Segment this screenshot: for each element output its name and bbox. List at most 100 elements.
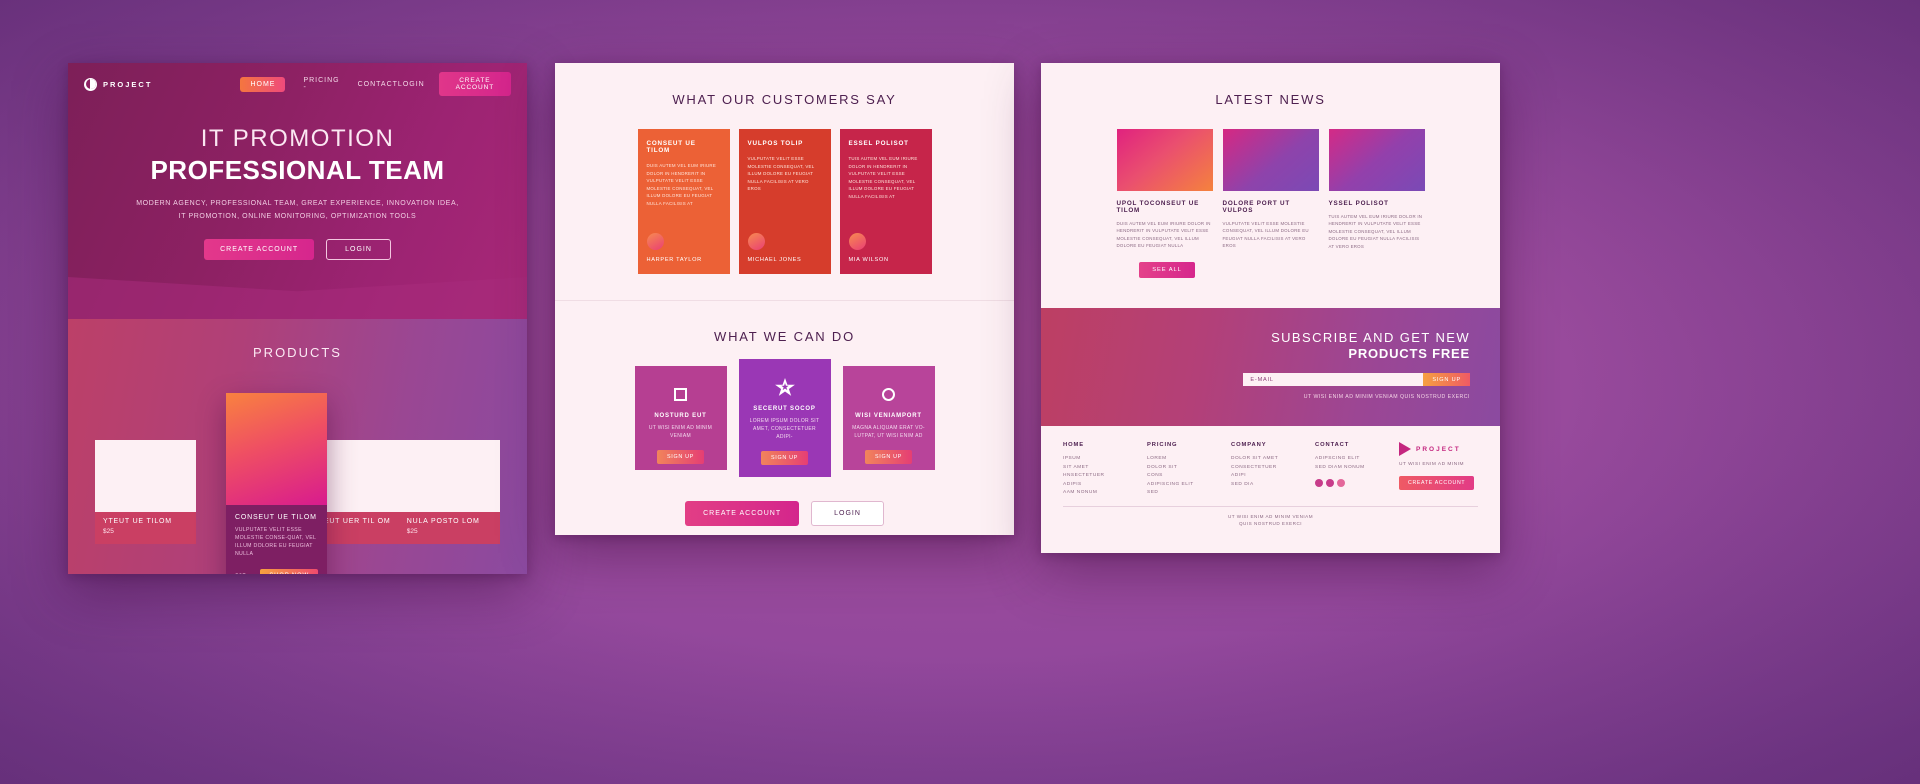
service-text: LOREM IPSUM DOLOR SIT AMET, CONSECTETUER… (749, 418, 820, 440)
google-plus-icon[interactable] (1337, 479, 1345, 487)
footer-link[interactable]: IPSUM (1063, 455, 1119, 464)
footer-column-pricing: PRICING LOREM DOLOR SIT CONS ADIPISCING … (1147, 442, 1203, 498)
footer-brand-note: UT WISI ENIM AD MINIM (1399, 462, 1465, 467)
featured-product-desc: VULPUTATE VELIT ESSE MOLESTIE CONSE-QUAT… (235, 527, 316, 557)
hero-create-account-button[interactable]: CREATE ACCOUNT (204, 239, 315, 260)
testimonial-author: HARPER TAYLOR (646, 257, 702, 263)
brand-logo[interactable]: PROJECT (84, 77, 153, 91)
news-card-text: DUIS AUTEM VEL EUM IRIURE DOLOR IN HENDR… (1116, 221, 1211, 249)
top-navbar: PROJECT HOME PRICING - CONTACT LOGIN CRE… (68, 63, 527, 105)
news-card-title: DOLORE PORT UT VULPOS (1222, 200, 1291, 214)
service-card[interactable]: NOSTURD EUT UT WISI ENIM AD MINIM VENIAM… (634, 366, 727, 470)
cta-row: CREATE ACCOUNT LOGIN (555, 501, 1014, 526)
avatar (646, 233, 664, 250)
featured-product-card[interactable]: CONSEUT UE TILOM VULPUTATE VELIT ESSE MO… (226, 393, 327, 574)
testimonial-author: MICHAEL JONES (747, 257, 802, 263)
news-thumbnail (1328, 129, 1425, 191)
featured-product-thumbnail (226, 393, 327, 505)
facebook-icon[interactable] (1315, 479, 1323, 487)
mockup-canvas: PROJECT HOME PRICING - CONTACT LOGIN CRE… (0, 0, 1920, 784)
testimonial-card[interactable]: VULPOS TOLIP VULPUTATE VELIT ESSE MOLEST… (738, 129, 831, 274)
circles-logo-icon (84, 77, 97, 91)
product-card[interactable]: YTEUT UE TILOM $25 (95, 440, 197, 544)
nav-item-home[interactable]: HOME (240, 76, 286, 92)
service-card[interactable]: SECERUT SOCOP LOREM IPSUM DOLOR SIT AMET… (738, 359, 831, 477)
footer-link[interactable]: AAM NONUM (1063, 489, 1119, 498)
news-card[interactable]: YSSEL POLISOT TUIS AUTEM VEL EUM IRIURE … (1328, 129, 1425, 250)
products-section: PRODUCTS YTEUT UE TILOM $25 MOSEUT UER T… (68, 319, 527, 574)
footer-link[interactable]: SED (1147, 489, 1203, 498)
hero-buttons: CREATE ACCOUNT LOGIN (68, 239, 527, 260)
footer-link[interactable]: ADIPIS (1063, 481, 1119, 490)
service-signup-button[interactable]: SIGN UP (864, 450, 913, 464)
testimonial-text: VULPUTATE VELIT ESSE MOLESTIE CONSEQUAT,… (747, 156, 815, 192)
subscribe-note: UT WISI ENIM AD MINIM VENIAM QUIS NOSTRU… (1303, 394, 1470, 400)
footer-link[interactable]: DOLOR SIT (1147, 464, 1203, 473)
footer-column-contact: CONTACT ADIPSCING ELIT SED DIAM NONUM (1315, 442, 1371, 498)
testimonial-card[interactable]: CONSEUT UE TILOM DUIS AUTEM VEL EUM IRIU… (637, 129, 730, 274)
footer-column-heading: PRICING (1147, 442, 1178, 448)
service-title: NOSTURD EUT (654, 413, 707, 419)
footer-link[interactable]: CONSECTETUER (1231, 464, 1287, 473)
product-price: $25 (406, 528, 418, 535)
subscribe-form: SIGN UP (1071, 373, 1470, 386)
twitter-icon[interactable] (1326, 479, 1334, 487)
footer-link[interactable]: SIT AMET (1063, 464, 1119, 473)
services-title: WHAT WE CAN DO (714, 329, 855, 344)
footer-link[interactable]: ADIPSCING ELIT (1315, 455, 1371, 464)
subscribe-signup-button[interactable]: SIGN UP (1423, 373, 1470, 386)
square-icon (644, 384, 718, 404)
arrow-logo-icon (1399, 442, 1411, 456)
news-card[interactable]: DOLORE PORT UT VULPOS VULPUTATE VELIT ES… (1222, 129, 1319, 250)
cta-login-button[interactable]: LOGIN (811, 501, 884, 526)
featured-product-price: $25 (235, 573, 246, 575)
product-name: YTEUT UE TILOM (103, 518, 172, 525)
hero-login-button[interactable]: LOGIN (326, 239, 391, 260)
footer-link[interactable]: CONS (1147, 472, 1203, 481)
hero-subtitle: MODERN AGENCY, PROFESSIONAL TEAM, GREAT … (68, 197, 527, 223)
news-card-text: TUIS AUTEM VEL EUM IRIURE DOLOR IN HENDR… (1328, 214, 1423, 249)
news-card[interactable]: UPOL TOCONSEUT UE TILOM DUIS AUTEM VEL E… (1116, 129, 1213, 250)
footer-bottom: UT WISI ENIM AD MINIM VENIAM QUIS NOSTRU… (1063, 513, 1478, 527)
footer-link[interactable]: SED DIAM NONUM (1315, 464, 1371, 473)
nav-item-pricing[interactable]: PRICING - (303, 77, 339, 91)
footer-divider (1063, 505, 1478, 507)
service-card[interactable]: WISI VENIAMPORT MAGNA ALIQUAM ERAT VO-LU… (842, 366, 935, 470)
product-card[interactable]: NULA POSTO LOM $25 (398, 440, 500, 544)
shop-now-button[interactable]: SHOP NOW (260, 569, 318, 574)
footer-create-account-button[interactable]: CREATE ACCOUNT (1399, 476, 1475, 490)
hero-kicker: IT PROMOTION (200, 125, 395, 152)
footer-link[interactable]: DOLOR SIT AMET (1231, 455, 1287, 464)
footer-column-company: COMPANY DOLOR SIT AMET CONSECTETUER ADIP… (1231, 442, 1287, 498)
see-all-button[interactable]: SEE ALL (1139, 262, 1195, 279)
services-section: WHAT WE CAN DO NOSTURD EUT UT WISI ENIM … (555, 301, 1014, 526)
nav-actions: LOGIN CREATE ACCOUNT (398, 72, 511, 96)
footer-link[interactable]: ADIPI (1231, 472, 1287, 481)
email-field[interactable] (1243, 373, 1424, 386)
testimonial-card[interactable]: ESSEL POLISOT TUIS AUTEM VEL EUM IRIURE … (839, 129, 932, 274)
panel-testimonials-services: WHAT OUR CUSTOMERS SAY CONSEUT UE TILOM … (555, 63, 1014, 535)
product-info: NULA POSTO LOM $25 (398, 512, 500, 544)
footer-link[interactable]: ADIPISCING ELIT (1147, 481, 1203, 490)
product-name: NULA POSTO LOM (406, 518, 480, 525)
news-card-title: UPOL TOCONSEUT UE TILOM (1116, 200, 1200, 214)
service-signup-button[interactable]: SIGN UP (656, 450, 705, 464)
nav-login-link[interactable]: LOGIN (398, 81, 425, 88)
cta-create-account-button[interactable]: CREATE ACCOUNT (685, 501, 800, 526)
nav-item-contact[interactable]: CONTACT (358, 81, 398, 88)
service-title: WISI VENIAMPORT (855, 413, 922, 419)
news-card-title: YSSEL POLISOT (1328, 200, 1389, 207)
footer-link[interactable]: LOREM (1147, 455, 1203, 464)
products-title: PRODUCTS (253, 345, 342, 360)
service-signup-button[interactable]: SIGN UP (760, 451, 809, 465)
nav-create-account-button[interactable]: CREATE ACCOUNT (438, 72, 511, 96)
footer-column-home: HOME IPSUM SIT AMET HNSECTETUER ADIPIS A… (1063, 442, 1119, 498)
footer-brand[interactable]: PROJECT (1399, 442, 1489, 456)
subscribe-kicker: SUBSCRIBE AND GET NEW (1271, 330, 1470, 345)
footer-link[interactable]: SED DIA (1231, 481, 1287, 490)
testimonials-row: CONSEUT UE TILOM DUIS AUTEM VEL EUM IRIU… (555, 129, 1014, 274)
testimonial-text: DUIS AUTEM VEL EUM IRIURE DOLOR IN HENDR… (646, 163, 717, 206)
footer-link[interactable]: HNSECTETUER (1063, 472, 1119, 481)
subscribe-section: SUBSCRIBE AND GET NEW PRODUCTS FREE SIGN… (1041, 308, 1500, 426)
brand-name: PROJECT (103, 79, 153, 89)
